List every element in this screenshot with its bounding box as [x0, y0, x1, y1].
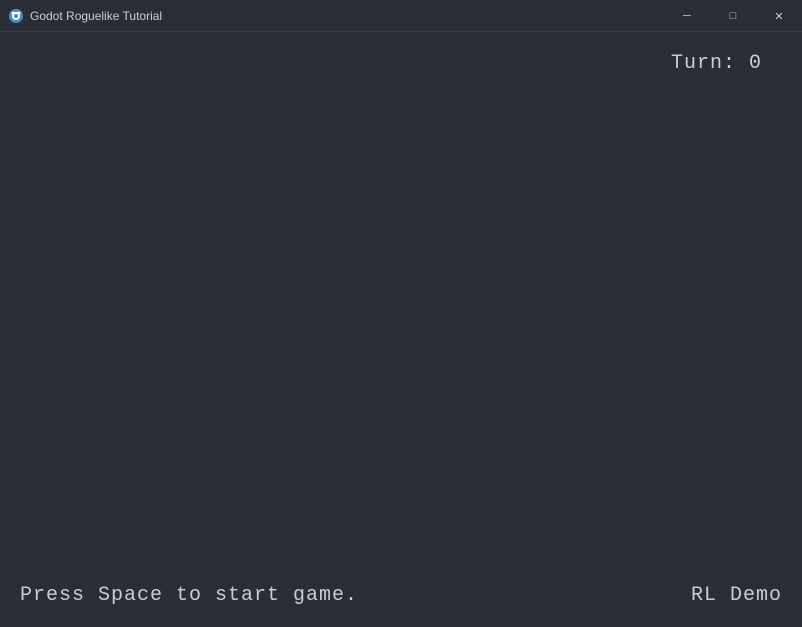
- window-title: Godot Roguelike Tutorial: [30, 9, 162, 23]
- title-bar: Godot Roguelike Tutorial ─ □ ✕: [0, 0, 802, 32]
- press-space-label: Press Space to start game.: [20, 584, 358, 607]
- game-area: Turn: 0 Press Space to start game. RL De…: [0, 32, 802, 627]
- rl-demo-label: RL Demo: [691, 584, 782, 607]
- app-icon: [8, 8, 24, 24]
- turn-display: Turn: 0: [671, 52, 762, 75]
- window-controls[interactable]: ─ □ ✕: [664, 0, 802, 32]
- bottom-bar: Press Space to start game. RL Demo: [0, 584, 802, 607]
- close-button[interactable]: ✕: [756, 0, 802, 32]
- maximize-button[interactable]: □: [710, 0, 756, 32]
- minimize-button[interactable]: ─: [664, 0, 710, 32]
- title-left: Godot Roguelike Tutorial: [8, 8, 162, 24]
